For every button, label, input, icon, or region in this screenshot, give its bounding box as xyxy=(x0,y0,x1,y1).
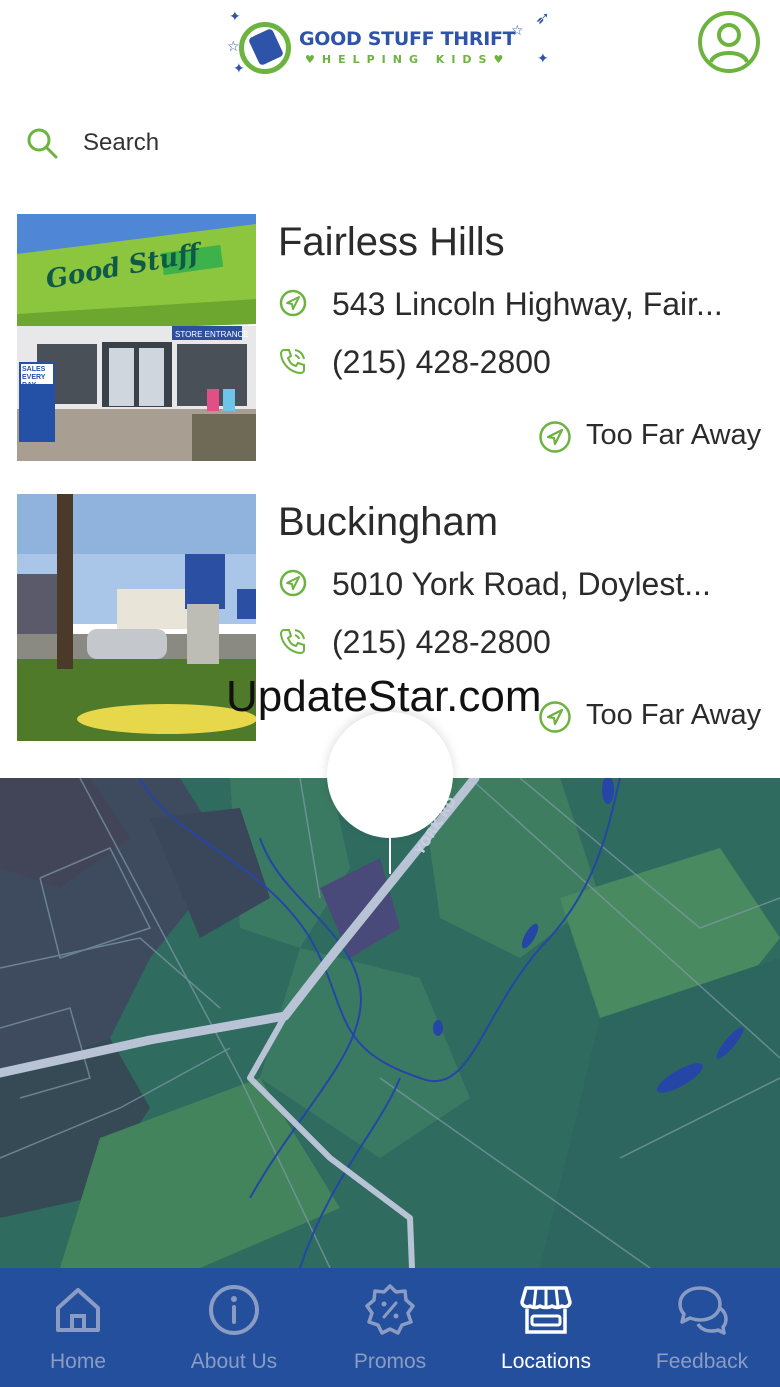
good-stuff-thrift-logo[interactable]: ✦ ☆ ✦ ➶ ☆ ✦ GOOD STUFF THRIFT ♥HELPING K… xyxy=(225,8,560,78)
search-bar[interactable] xyxy=(25,118,755,168)
tab-label: Promos xyxy=(353,1350,427,1373)
navigation-icon xyxy=(539,701,571,733)
tab-label: About Us xyxy=(190,1350,278,1373)
user-icon xyxy=(698,11,760,73)
info-icon xyxy=(209,1285,259,1335)
storefront-photo xyxy=(17,494,256,741)
app-header: ✦ ☆ ✦ ➶ ☆ ✦ GOOD STUFF THRIFT ♥HELPING K… xyxy=(0,0,780,90)
chat-bubbles-icon xyxy=(678,1286,728,1335)
logo-title: GOOD STUFF THRIFT xyxy=(299,28,516,50)
tab-label: Home xyxy=(49,1350,107,1373)
distance-indicator: Too Far Away xyxy=(538,416,763,456)
search-icon xyxy=(27,128,58,159)
store-photo: Good Stuff STORE ENTRANCE SALES EVERY DA… xyxy=(17,214,256,461)
watermark-text: UpdateStar.com xyxy=(226,672,542,721)
tab-locations[interactable]: Locations xyxy=(468,1268,624,1387)
logo-subtitle: ♥HELPING KIDS♥ xyxy=(305,53,511,66)
store-name: Buckingham xyxy=(278,500,499,544)
storefront-icon xyxy=(520,1286,572,1334)
location-icon xyxy=(279,289,307,317)
phone-icon xyxy=(279,349,305,375)
sparkle-icon: ✦ xyxy=(233,60,245,76)
search-input[interactable] xyxy=(83,126,683,160)
tab-about-us[interactable]: About Us xyxy=(156,1268,312,1387)
tab-promos[interactable]: Promos xyxy=(312,1268,468,1387)
distance-label: Too Far Away xyxy=(586,699,762,731)
photo-entrance-text: STORE ENTRANCE xyxy=(175,330,249,339)
navigation-icon xyxy=(539,421,571,453)
map-drag-handle[interactable] xyxy=(327,712,453,838)
store-card[interactable]: Good Stuff STORE ENTRANCE SALES EVERY DA… xyxy=(0,214,780,464)
tab-feedback[interactable]: Feedback xyxy=(624,1268,780,1387)
sparkle-icon: ✦ xyxy=(537,50,549,66)
bottom-tab-bar: Home About Us Promos Locations Feedback xyxy=(0,1268,780,1387)
percent-badge-icon xyxy=(365,1284,415,1335)
phone-icon xyxy=(279,629,305,655)
star-icon: ☆ xyxy=(227,38,240,54)
store-phone[interactable]: (215) 428-2800 xyxy=(332,344,551,381)
photo-banner-text: SALES EVERY DAY xyxy=(22,366,46,389)
map-view[interactable]: YORK RD xyxy=(0,778,780,1268)
distance-indicator: Too Far Away xyxy=(538,696,763,736)
tab-home[interactable]: Home xyxy=(0,1268,156,1387)
paper-plane-icon: ➶ xyxy=(535,8,551,28)
tab-label: Feedback xyxy=(655,1350,749,1373)
store-phone[interactable]: (215) 428-2800 xyxy=(332,624,551,661)
sparkle-icon: ✦ xyxy=(229,8,241,24)
home-icon xyxy=(56,1288,100,1332)
map-canvas: YORK RD xyxy=(0,778,780,1268)
store-photo xyxy=(17,494,256,741)
profile-button[interactable] xyxy=(697,10,761,74)
distance-label: Too Far Away xyxy=(586,419,762,451)
store-address[interactable]: 543 Lincoln Highway, Fair... xyxy=(332,286,723,323)
location-icon xyxy=(279,569,307,597)
store-name: Fairless Hills xyxy=(278,220,505,264)
tab-label: Locations xyxy=(501,1350,591,1373)
store-address[interactable]: 5010 York Road, Doylest... xyxy=(332,566,711,603)
